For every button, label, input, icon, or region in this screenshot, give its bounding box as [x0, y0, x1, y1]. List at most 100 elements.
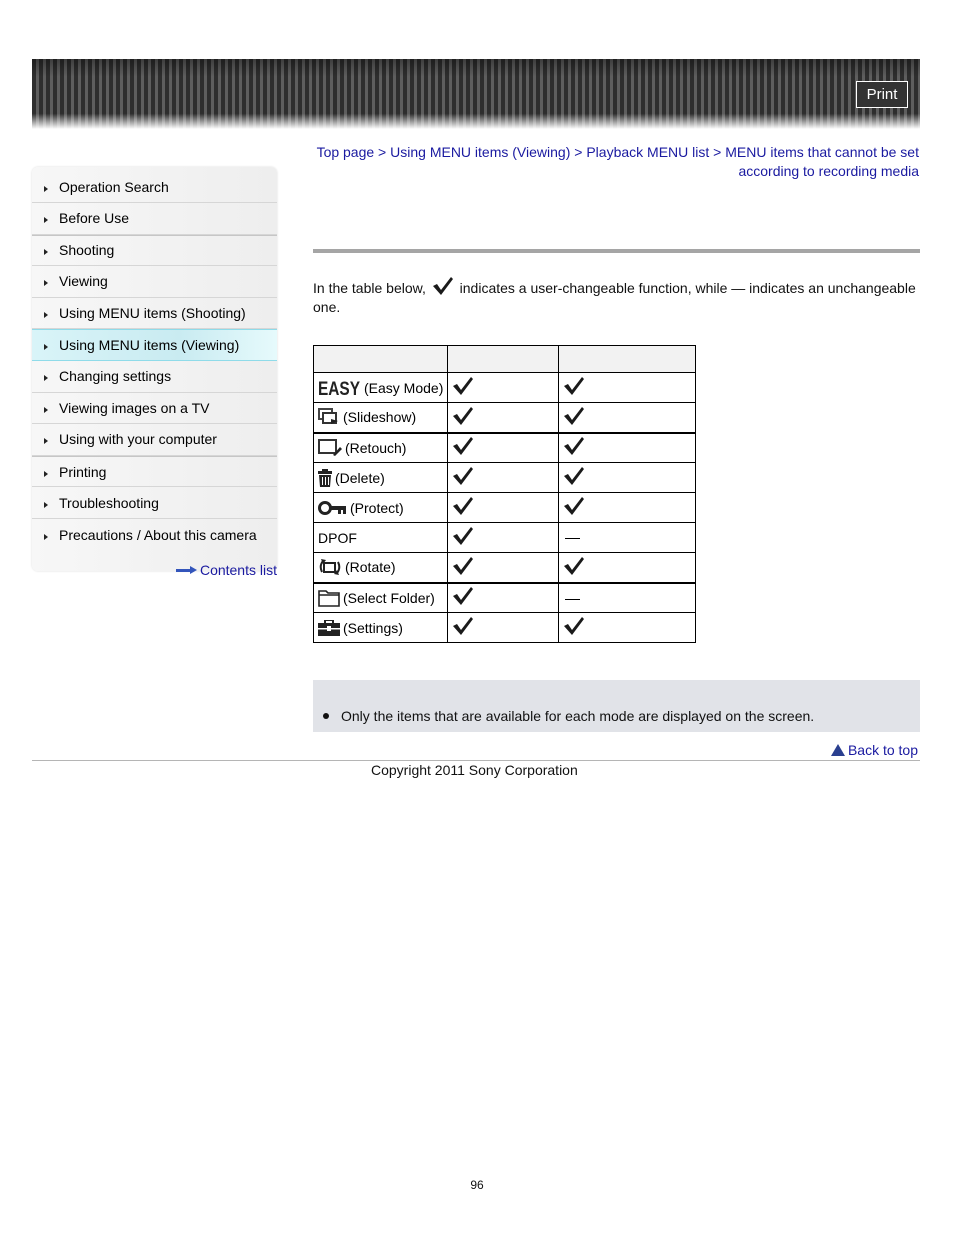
delete-icon	[318, 468, 335, 487]
function-cell: (Select Folder)	[312, 581, 449, 613]
check-icon	[453, 467, 474, 485]
bullet-icon	[323, 713, 329, 719]
status-cell	[558, 372, 697, 403]
folder-icon	[318, 589, 343, 607]
check-icon	[453, 527, 474, 545]
arrow-right-icon	[44, 375, 48, 382]
breadcrumb-playback-menu-list[interactable]: Playback MENU list	[586, 144, 709, 160]
arrow-right-icon	[175, 566, 197, 574]
function-cell: (Slideshow)	[312, 402, 449, 433]
check-icon	[432, 277, 453, 295]
arrow-right-icon	[44, 312, 48, 319]
dash-icon	[565, 598, 581, 600]
arrow-right-icon	[44, 501, 48, 508]
function-label: (Slideshow)	[343, 409, 417, 426]
table-header-cell	[558, 345, 697, 373]
sidebar-item-label: Printing	[59, 463, 107, 480]
status-cell	[447, 402, 560, 433]
sidebar-item-label: Using MENU items (Viewing)	[59, 337, 240, 354]
table-row: (Settings)	[312, 612, 697, 643]
check-icon	[564, 467, 585, 485]
function-cell: (Protect)	[312, 492, 449, 523]
print-button[interactable]: Print	[856, 81, 908, 108]
breadcrumb-separator: >	[570, 144, 587, 160]
svg-text:EASY: EASY	[318, 379, 360, 397]
easy-icon: EASY	[318, 379, 364, 397]
check-icon	[453, 437, 474, 456]
arrow-right-icon	[44, 249, 48, 256]
breadcrumb-top-page[interactable]: Top page	[317, 144, 375, 160]
contents-list-link[interactable]: Contents list	[175, 562, 277, 578]
sidebar-item-viewing-tv[interactable]: Viewing images on a TV	[32, 393, 277, 425]
status-cell	[447, 612, 560, 643]
sidebar-item-label: Using MENU items (Shooting)	[59, 305, 246, 322]
sidebar-item-changing-settings[interactable]: Changing settings	[32, 361, 277, 393]
table-row: (Slideshow)	[312, 402, 697, 433]
status-cell	[558, 552, 697, 583]
status-cell	[558, 431, 697, 463]
function-label: (Retouch)	[345, 439, 407, 456]
check-icon	[453, 406, 474, 425]
sidebar-item-viewing[interactable]: Viewing	[32, 266, 277, 298]
sidebar-item-menu-viewing[interactable]: Using MENU items (Viewing)	[32, 329, 277, 361]
arrow-right-icon	[44, 344, 48, 351]
settings-icon	[318, 619, 343, 636]
status-cell	[447, 581, 560, 613]
rotate-icon	[318, 558, 345, 576]
arrow-right-icon	[44, 438, 48, 445]
status-cell	[558, 522, 697, 553]
sidebar-item-shooting[interactable]: Shooting	[32, 234, 277, 267]
breadcrumb-current-page[interactable]: MENU items that cannot be set according …	[725, 144, 919, 179]
function-label: (Delete)	[335, 469, 385, 486]
title-divider	[313, 249, 920, 253]
breadcrumb-menu-viewing[interactable]: Using MENU items (Viewing)	[390, 144, 570, 160]
sidebar-item-label: Viewing images on a TV	[59, 399, 210, 416]
breadcrumb: Top page > Using MENU items (Viewing) > …	[313, 143, 919, 181]
sidebar-item-troubleshooting[interactable]: Troubleshooting	[32, 487, 277, 519]
check-icon	[453, 587, 474, 606]
table-row: (Delete)	[312, 462, 697, 493]
sidebar-item-label: Before Use	[59, 210, 130, 227]
sidebar-item-label: Using with your computer	[59, 431, 217, 448]
status-cell	[447, 462, 560, 493]
check-icon	[453, 556, 474, 575]
function-label: (Settings)	[343, 619, 403, 636]
check-icon	[453, 377, 474, 395]
function-label: DPOF	[318, 529, 357, 546]
function-cell: DPOF	[312, 522, 449, 553]
table-header-cell	[312, 345, 449, 373]
menu-items-table: EASY (Easy Mode) (Slideshow) (Retouch) (Dele…	[312, 345, 697, 643]
header-banner: Print	[32, 59, 920, 129]
sidebar-item-precautions[interactable]: Precautions / About this camera	[32, 519, 277, 551]
check-icon	[564, 617, 585, 635]
sidebar-item-computer[interactable]: Using with your computer	[32, 424, 277, 456]
function-label: (Rotate)	[345, 559, 396, 576]
status-cell	[447, 522, 560, 553]
status-cell	[558, 402, 697, 433]
sidebar-item-label: Troubleshooting	[59, 494, 159, 511]
back-to-top-link[interactable]: Back to top	[830, 742, 918, 758]
back-to-top-label: Back to top	[847, 742, 918, 758]
protect-icon	[318, 500, 350, 516]
check-icon	[564, 437, 585, 456]
function-cell: EASY (Easy Mode)	[312, 372, 449, 403]
sidebar-item-before-use[interactable]: Before Use	[32, 203, 277, 235]
sidebar-item-printing[interactable]: Printing	[32, 455, 277, 488]
function-label: (Protect)	[350, 499, 404, 516]
function-cell: (Rotate)	[312, 552, 449, 583]
sidebar-nav: Operation Search Before Use Shooting Vie…	[32, 167, 277, 571]
status-cell	[558, 612, 697, 643]
function-label: (Easy Mode)	[364, 379, 444, 396]
retouch-icon	[318, 438, 345, 457]
note-list-item: Only the items that are available for ea…	[323, 708, 814, 724]
triangle-up-icon	[830, 744, 845, 756]
status-cell	[447, 552, 560, 583]
function-cell: (Settings)	[312, 612, 449, 643]
arrow-right-icon	[44, 280, 48, 287]
intro-text-before: In the table below,	[313, 280, 426, 296]
function-cell: (Retouch)	[312, 431, 449, 463]
sidebar-item-menu-shooting[interactable]: Using MENU items (Shooting)	[32, 298, 277, 330]
status-cell	[447, 492, 560, 523]
sidebar-item-operation-search[interactable]: Operation Search	[32, 167, 277, 203]
arrow-right-icon	[44, 533, 48, 540]
